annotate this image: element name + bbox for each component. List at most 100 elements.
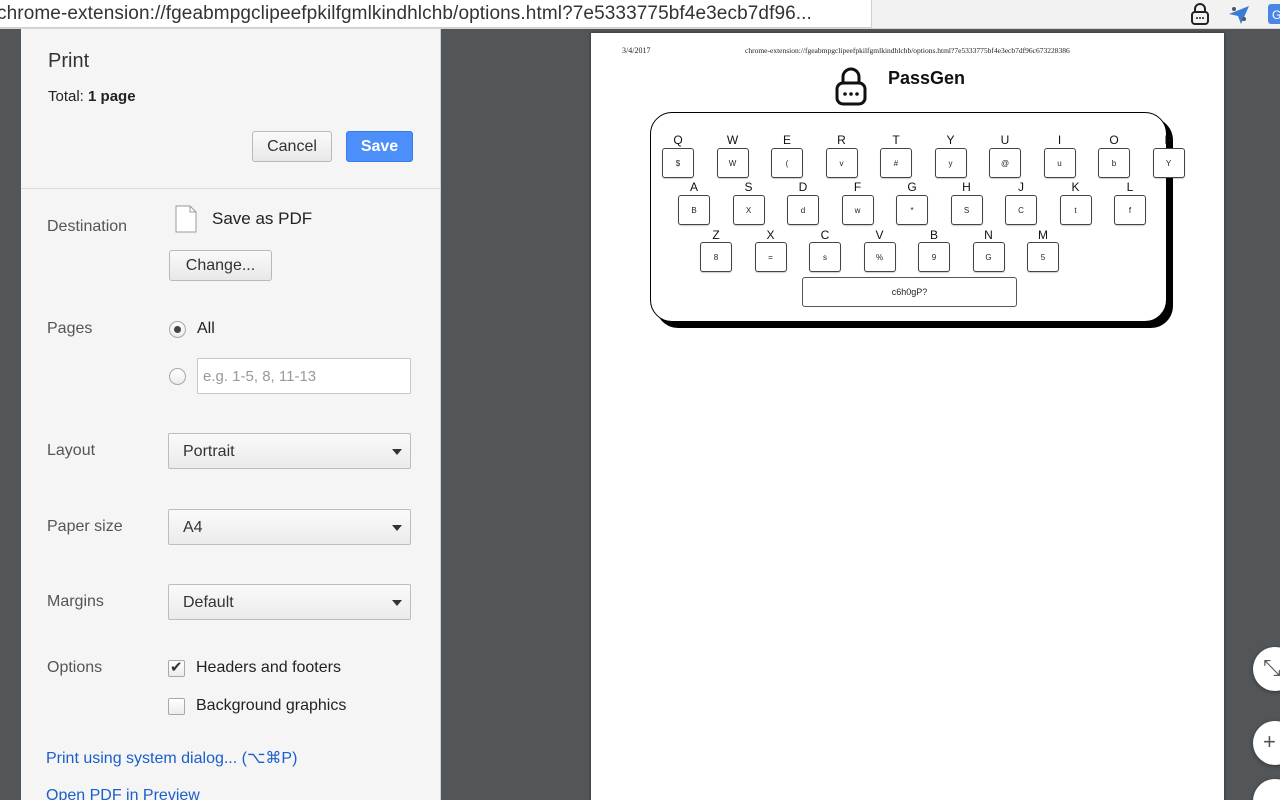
keyboard-key: 9	[918, 242, 950, 272]
key-letter-label: W	[726, 133, 739, 147]
change-destination-button[interactable]: Change...	[169, 250, 272, 281]
keyboard-key: G	[972, 242, 1005, 272]
keyboard-key: B	[678, 195, 710, 225]
destination-name: Save as PDF	[212, 209, 313, 228]
chevron-down-icon	[392, 525, 402, 531]
key-letter-label: D	[798, 180, 808, 194]
keyboard-key: Y	[1152, 148, 1185, 178]
pages-all-radio[interactable]	[169, 321, 186, 338]
keyboard-key: X	[732, 195, 765, 225]
browser-toolbar: chrome-extension://fgeabmpgclipeefpkilfg…	[0, 0, 1280, 29]
key-letter-label: E	[782, 133, 791, 147]
pages-label: Pages	[47, 320, 93, 337]
address-bar[interactable]: chrome-extension://fgeabmpgclipeefpkilfg…	[0, 0, 872, 28]
total-label: Total:	[48, 88, 84, 105]
paper-size-select[interactable]: A4	[168, 509, 411, 545]
layout-select[interactable]: Portrait	[168, 433, 411, 469]
plus-icon: +	[1263, 729, 1276, 754]
chevron-down-icon	[392, 449, 402, 455]
keyboard-key: S	[950, 195, 983, 225]
system-dialog-link[interactable]: Print using system dialog... (⌥⌘P)	[46, 748, 297, 768]
key-letter-label: Z	[712, 228, 720, 242]
key-letter-label: Y	[946, 133, 955, 147]
key-letter-label: L	[1126, 180, 1134, 194]
paper-size-label: Paper size	[47, 518, 123, 535]
layout-value: Portrait	[183, 443, 235, 460]
keyboard-key: %	[863, 242, 896, 272]
keyboard-key: 8	[700, 242, 732, 272]
key-letter-label: G	[907, 180, 917, 194]
cancel-button[interactable]: Cancel	[252, 131, 332, 162]
address-bar-url: chrome-extension://fgeabmpgclipeefpkilfg…	[0, 3, 812, 24]
fit-to-page-button[interactable]: ⤡	[1253, 647, 1280, 691]
headers-footers-checkbox[interactable]: ✔	[168, 659, 185, 677]
keyboard-key: W	[716, 148, 749, 178]
page-header-date: 3/4/2017	[622, 46, 651, 55]
keyboard-key: d	[787, 195, 819, 225]
keyboard-key: C	[1005, 195, 1037, 225]
keyboard-key: v	[825, 148, 858, 178]
svg-text:G: G	[1272, 8, 1280, 22]
keyboard-key: s	[809, 242, 841, 272]
key-letter-label: P	[1164, 133, 1173, 147]
keyboard-key: $	[662, 148, 694, 178]
fit-icon: ⤡	[1263, 655, 1280, 680]
key-letter-label: N	[984, 228, 993, 242]
paper-size-value: A4	[183, 519, 203, 536]
key-letter-label: U	[1000, 133, 1010, 147]
layout-label: Layout	[47, 442, 96, 459]
document-icon	[175, 205, 197, 233]
margins-select[interactable]: Default	[168, 584, 411, 620]
page-header-url: chrome-extension://fgeabmpgclipeefpkilfg…	[745, 46, 1070, 55]
keyboard-key: b	[1098, 148, 1130, 178]
headers-footers-label: Headers and footers	[196, 659, 341, 676]
google-translate-icon[interactable]: G	[1266, 2, 1280, 26]
plane-icon[interactable]	[1227, 2, 1251, 26]
background-graphics-label: Background graphics	[196, 697, 347, 714]
zoom-out-button[interactable]	[1253, 779, 1280, 800]
margins-value: Default	[183, 594, 234, 611]
keyboard-key: =	[754, 242, 787, 272]
key-letter-label: X	[766, 228, 775, 242]
pages-range-input[interactable]: e.g. 1-5, 8, 11-13	[197, 358, 411, 394]
print-title: Print	[48, 50, 90, 72]
key-letter-label: V	[875, 228, 884, 242]
checkmark-icon: ✔	[170, 659, 183, 676]
lock-icon	[835, 67, 867, 106]
keyboard-key: f	[1114, 195, 1146, 225]
key-letter-label: T	[892, 133, 900, 147]
background-graphics-checkbox[interactable]	[168, 698, 185, 715]
key-letter-label: R	[837, 133, 846, 147]
key-letter-label: H	[962, 180, 971, 194]
keyboard-key: u	[1043, 148, 1076, 178]
print-preview-page: 3/4/2017 chrome-extension://fgeabmpgclip…	[591, 33, 1224, 800]
key-letter-label: B	[929, 228, 938, 242]
destination-label: Destination	[47, 218, 128, 235]
key-letter-label: M	[1038, 228, 1048, 242]
key-letter-label: J	[1018, 180, 1024, 194]
save-button[interactable]: Save	[346, 131, 413, 162]
keyboard-key: t	[1059, 195, 1092, 225]
key-letter-label: A	[689, 180, 698, 194]
print-settings-panel: Print Total: 1 page Cancel Save Destinat…	[21, 29, 441, 800]
keyboard-key: *	[896, 195, 928, 225]
key-letter-label: O	[1109, 133, 1119, 147]
pages-custom-radio[interactable]	[169, 368, 186, 385]
keyboard-key: #	[880, 148, 912, 178]
open-pdf-link[interactable]: Open PDF in Preview	[46, 787, 200, 800]
lock-icon[interactable]	[1188, 2, 1212, 26]
key-letter-label: I	[1057, 133, 1062, 147]
key-letter-label: S	[744, 180, 753, 194]
total-value: 1 page	[88, 88, 136, 105]
page-count: Total: 1 page	[48, 88, 136, 105]
zoom-in-button[interactable]: +	[1253, 721, 1280, 765]
key-letter-label: K	[1071, 180, 1080, 194]
keyboard-key: @	[989, 148, 1021, 178]
chevron-down-icon	[392, 600, 402, 606]
keyboard-key: y	[934, 148, 967, 178]
keyboard-key: w	[841, 195, 874, 225]
key-letter-label: F	[853, 180, 862, 194]
options-label: Options	[47, 659, 103, 676]
keyboard-key: (	[771, 148, 803, 178]
key-letter-label: Q	[673, 133, 683, 147]
